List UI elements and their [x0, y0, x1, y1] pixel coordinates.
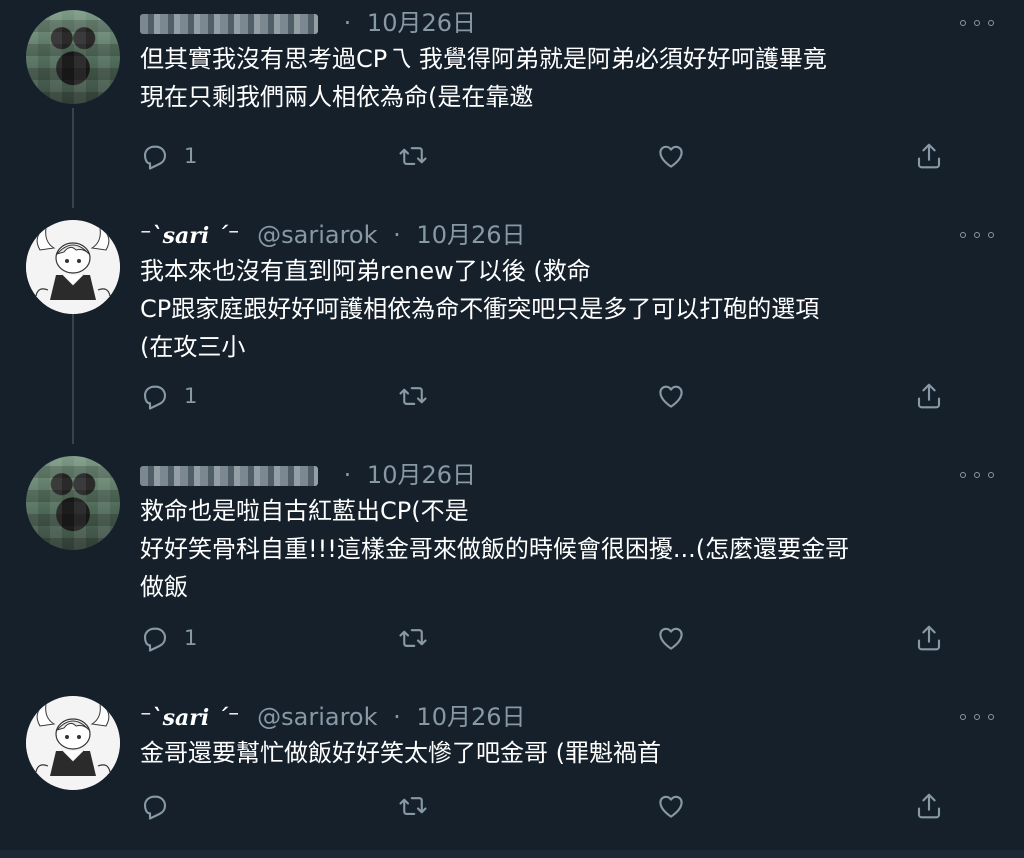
- tweet-text-line: 現在只剩我們兩人相依為命(是在靠邀: [140, 83, 534, 111]
- separator-dot: ·: [343, 461, 352, 489]
- reply-button[interactable]: 1: [140, 140, 197, 172]
- more-icon[interactable]: [960, 10, 994, 36]
- share-icon: [917, 383, 941, 409]
- tweet-text-line: CP跟家庭跟好好呵護相依為命不衝突吧只是多了可以打砲的選項: [140, 295, 820, 323]
- tweet-text: 救命也是啦自古紅藍出CP(不是 好好笑骨科自重!!!這樣金哥來做飯的時候會很困擾…: [140, 492, 1000, 606]
- like-button[interactable]: [656, 622, 686, 654]
- tweet[interactable]: ⁻`𝒔𝒂𝒓𝒊 ˊ⁻ @sariarok · 10月26日 金哥還要幫忙做飯好好笑…: [0, 694, 1024, 844]
- tweet-text-line: 我本來也沒有直到阿弟renew了以後 (救命: [140, 257, 591, 285]
- retweet-icon: [399, 147, 427, 165]
- tweet-header: ⁻`𝒔𝒂𝒓𝒊 ˊ⁻ @sariarok · 10月26日: [140, 702, 526, 733]
- tweet-date[interactable]: 10月26日: [367, 9, 476, 37]
- reply-count: 1: [184, 144, 198, 168]
- share-button[interactable]: [914, 622, 944, 654]
- blurred-author-name[interactable]: [140, 466, 318, 486]
- tweet-text-line: 做飯: [140, 573, 188, 601]
- tweet-header: ⁻`𝒔𝒂𝒓𝒊 ˊ⁻ @sariarok · 10月26日: [140, 220, 526, 251]
- reply-icon: [143, 385, 167, 410]
- tweet[interactable]: · 10月26日 但其實我沒有思考過CP乁 我覺得阿弟就是阿弟必須好好呵護畢竟 …: [0, 0, 1024, 200]
- avatar[interactable]: [26, 456, 120, 550]
- reply-icon: [143, 795, 167, 820]
- tweet-text-line: 救命也是啦自古紅藍出CP(不是: [140, 497, 469, 525]
- tweet-text-line: 金哥還要幫忙做飯好好笑太慘了吧金哥 (罪魁禍首: [140, 739, 661, 767]
- retweet-button[interactable]: [398, 380, 428, 412]
- retweet-icon: [399, 797, 427, 815]
- retweet-button[interactable]: [398, 140, 428, 172]
- author-handle[interactable]: @sariarok: [257, 703, 377, 731]
- more-icon[interactable]: [960, 222, 994, 248]
- tweet-actions: 1: [140, 140, 960, 172]
- retweet-icon: [399, 387, 427, 405]
- tweet-date[interactable]: 10月26日: [416, 221, 525, 249]
- share-icon: [917, 143, 941, 169]
- reply-button[interactable]: 1: [140, 622, 197, 654]
- avatar[interactable]: [26, 696, 120, 790]
- retweet-button[interactable]: [398, 790, 428, 822]
- share-icon: [917, 793, 941, 819]
- reply-count: 1: [184, 384, 198, 408]
- author-name[interactable]: ⁻`𝒔𝒂𝒓𝒊 ˊ⁻: [140, 705, 239, 731]
- tweet-text-line: 但其實我沒有思考過CP乁 我覺得阿弟就是阿弟必須好好呵護畢竟: [140, 45, 827, 73]
- more-icon[interactable]: [960, 704, 994, 730]
- tweet[interactable]: ⁻`𝒔𝒂𝒓𝒊 ˊ⁻ @sariarok · 10月26日 我本來也沒有直到阿弟r…: [0, 212, 1024, 432]
- like-icon: [659, 627, 683, 650]
- reply-icon: [143, 627, 167, 652]
- separator-dot: ·: [343, 9, 352, 37]
- bottom-divider: [0, 850, 1024, 858]
- avatar[interactable]: [26, 220, 120, 314]
- like-button[interactable]: [656, 380, 686, 412]
- tweet-date[interactable]: 10月26日: [416, 703, 525, 731]
- reply-count: 1: [184, 626, 198, 650]
- avatar[interactable]: [26, 10, 120, 104]
- tweet-text: 我本來也沒有直到阿弟renew了以後 (救命 CP跟家庭跟好好呵護相依為命不衝突…: [140, 252, 1000, 366]
- reply-button[interactable]: [140, 790, 170, 822]
- blurred-author-name[interactable]: [140, 14, 318, 34]
- retweet-icon: [399, 629, 427, 647]
- tweet-text: 金哥還要幫忙做飯好好笑太慘了吧金哥 (罪魁禍首: [140, 734, 1000, 772]
- reply-button[interactable]: 1: [140, 380, 197, 412]
- tweet-header: · 10月26日: [140, 8, 476, 38]
- like-button[interactable]: [656, 790, 686, 822]
- tweet-actions: [140, 790, 960, 822]
- like-icon: [659, 145, 683, 168]
- share-button[interactable]: [914, 790, 944, 822]
- like-button[interactable]: [656, 140, 686, 172]
- tweet[interactable]: · 10月26日 救命也是啦自古紅藍出CP(不是 好好笑骨科自重!!!這樣金哥來…: [0, 452, 1024, 672]
- share-button[interactable]: [914, 140, 944, 172]
- reply-icon: [143, 145, 167, 170]
- tweet-text-line: (在攻三小: [140, 333, 246, 361]
- anime-character-avatar: [26, 696, 120, 790]
- more-icon[interactable]: [960, 462, 994, 488]
- retweet-button[interactable]: [398, 622, 428, 654]
- like-icon: [659, 385, 683, 408]
- share-button[interactable]: [914, 380, 944, 412]
- tweet-date[interactable]: 10月26日: [367, 461, 476, 489]
- tweet-actions: 1: [140, 380, 960, 412]
- like-icon: [659, 795, 683, 818]
- separator-dot: ·: [393, 221, 401, 249]
- share-icon: [917, 625, 941, 651]
- anime-character-avatar: [26, 220, 120, 314]
- tweet-text-line: 好好笑骨科自重!!!這樣金哥來做飯的時候會很困擾...(怎麼還要金哥: [140, 535, 850, 563]
- author-handle[interactable]: @sariarok: [257, 221, 377, 249]
- author-name[interactable]: ⁻`𝒔𝒂𝒓𝒊 ˊ⁻: [140, 223, 239, 249]
- tweet-header: · 10月26日: [140, 460, 476, 490]
- separator-dot: ·: [393, 703, 401, 731]
- tweet-text: 但其實我沒有思考過CP乁 我覺得阿弟就是阿弟必須好好呵護畢竟 現在只剩我們兩人相…: [140, 40, 1000, 116]
- tweet-actions: 1: [140, 622, 960, 654]
